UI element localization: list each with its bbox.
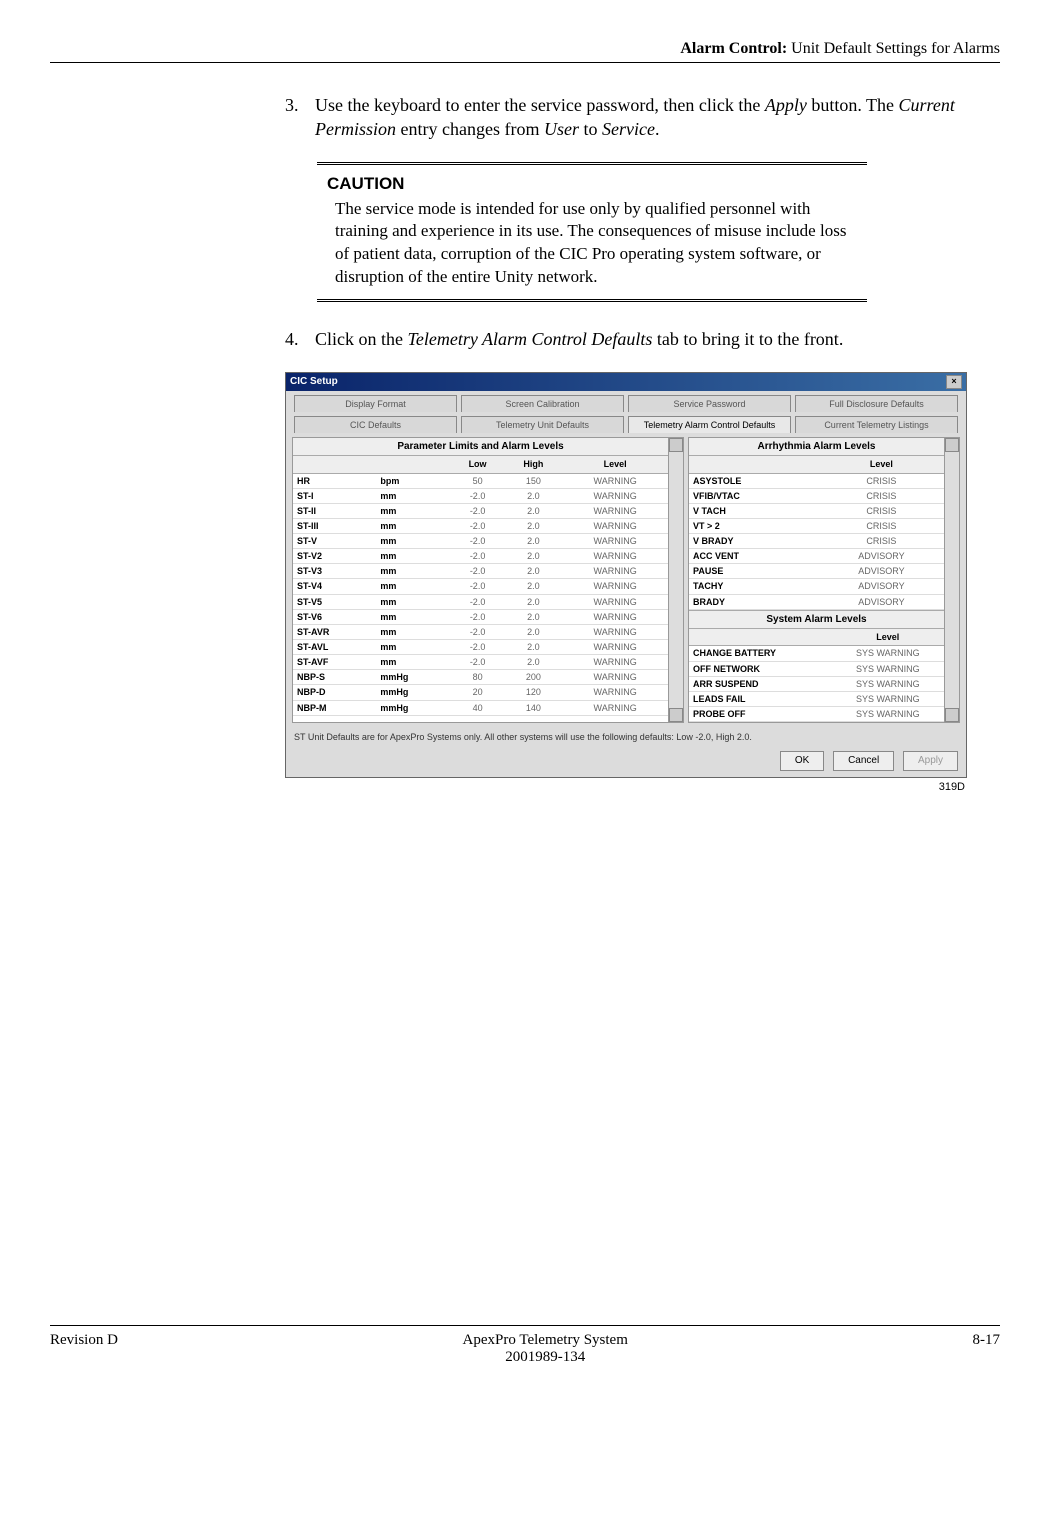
table-row: ST-AVLmm-2.02.0WARNING bbox=[293, 640, 668, 655]
dialog-body: Parameter Limits and Alarm Levels LowHig… bbox=[286, 433, 966, 727]
cancel-button[interactable]: Cancel bbox=[833, 751, 894, 771]
panel-title: Arrhythmia Alarm Levels bbox=[689, 438, 944, 457]
tab[interactable]: Screen Calibration bbox=[461, 395, 624, 412]
step-text: Click on the Telemetry Alarm Control Def… bbox=[315, 327, 1000, 351]
table-row: ST-V2mm-2.02.0WARNING bbox=[293, 549, 668, 564]
scrollbar[interactable] bbox=[668, 438, 683, 722]
table-row: ST-V5mm-2.02.0WARNING bbox=[293, 594, 668, 609]
caution-body: The service mode is intended for use onl… bbox=[327, 198, 857, 290]
table-row: PAUSEADVISORY bbox=[689, 564, 944, 579]
parameter-limits-table: LowHighLevelHRbpm50150WARNINGST-Imm-2.02… bbox=[293, 456, 668, 715]
parameter-limits-panel: Parameter Limits and Alarm Levels LowHig… bbox=[292, 437, 684, 723]
table-row: ST-Imm-2.02.0WARNING bbox=[293, 488, 668, 503]
footer-right: 8-17 bbox=[973, 1332, 1001, 1366]
table-row: LEADS FAILSYS WARNING bbox=[689, 691, 944, 706]
tabs-row-1: Display FormatScreen CalibrationService … bbox=[286, 391, 966, 412]
table-row: PROBE OFFSYS WARNING bbox=[689, 706, 944, 721]
close-icon[interactable]: × bbox=[946, 375, 962, 389]
system-alarm-table: LevelCHANGE BATTERYSYS WARNINGOFF NETWOR… bbox=[689, 629, 944, 722]
tab[interactable]: Current Telemetry Listings bbox=[795, 416, 958, 433]
table-row: ST-V6mm-2.02.0WARNING bbox=[293, 609, 668, 624]
tabs-row-2: CIC DefaultsTelemetry Unit DefaultsTelem… bbox=[286, 412, 966, 433]
image-id: 319D bbox=[285, 780, 965, 795]
step-number: 4. bbox=[285, 327, 315, 351]
table-row: ST-V4mm-2.02.0WARNING bbox=[293, 579, 668, 594]
table-row: ST-AVRmm-2.02.0WARNING bbox=[293, 624, 668, 639]
caution-block: CAUTION The service mode is intended for… bbox=[317, 162, 867, 303]
page-header: Alarm Control: Unit Default Settings for… bbox=[50, 40, 1000, 63]
scrollbar[interactable] bbox=[944, 438, 959, 722]
table-row: ST-AVFmm-2.02.0WARNING bbox=[293, 655, 668, 670]
table-row: ST-Vmm-2.02.0WARNING bbox=[293, 534, 668, 549]
dialog-title: CIC Setup bbox=[290, 375, 338, 389]
table-row: HRbpm50150WARNING bbox=[293, 473, 668, 488]
ok-button[interactable]: OK bbox=[780, 751, 824, 771]
table-row: ST-IIImm-2.02.0WARNING bbox=[293, 518, 668, 533]
button-bar: OK Cancel Apply bbox=[286, 747, 966, 777]
table-row: CHANGE BATTERYSYS WARNING bbox=[689, 646, 944, 661]
table-row: ST-IImm-2.02.0WARNING bbox=[293, 503, 668, 518]
tab[interactable]: Service Password bbox=[628, 395, 791, 412]
dialog-titlebar: CIC Setup × bbox=[286, 373, 966, 391]
cic-setup-dialog: CIC Setup × Display FormatScreen Calibra… bbox=[285, 372, 967, 778]
step-number: 3. bbox=[285, 93, 315, 142]
arrhythmia-table: LevelASYSTOLECRISISVFIB/VTACCRISISV TACH… bbox=[689, 456, 944, 609]
panel-title: System Alarm Levels bbox=[689, 611, 944, 630]
tab[interactable]: Telemetry Unit Defaults bbox=[461, 416, 624, 433]
table-row: NBP-SmmHg80200WARNING bbox=[293, 670, 668, 685]
table-row: ASYSTOLECRISIS bbox=[689, 473, 944, 488]
table-row: ST-V3mm-2.02.0WARNING bbox=[293, 564, 668, 579]
tab[interactable]: CIC Defaults bbox=[294, 416, 457, 433]
footer-left: Revision D bbox=[50, 1332, 118, 1366]
table-row: V BRADYCRISIS bbox=[689, 534, 944, 549]
table-row: NBP-DmmHg20120WARNING bbox=[293, 685, 668, 700]
step-text: Use the keyboard to enter the service pa… bbox=[315, 93, 1000, 142]
header-title: Unit Default Settings for Alarms bbox=[791, 40, 1000, 57]
table-row: OFF NETWORKSYS WARNING bbox=[689, 661, 944, 676]
table-row: ARR SUSPENDSYS WARNING bbox=[689, 676, 944, 691]
table-row: ACC VENTADVISORY bbox=[689, 549, 944, 564]
tab[interactable]: Full Disclosure Defaults bbox=[795, 395, 958, 412]
caution-title: CAUTION bbox=[327, 173, 857, 196]
page-footer: Revision D ApexPro Telemetry System 2001… bbox=[50, 1325, 1000, 1366]
header-section: Alarm Control: bbox=[680, 40, 787, 57]
tab[interactable]: Display Format bbox=[294, 395, 457, 412]
table-row: NBP-MmmHg40140WARNING bbox=[293, 700, 668, 715]
table-row: V TACHCRISIS bbox=[689, 503, 944, 518]
apply-button[interactable]: Apply bbox=[903, 751, 958, 771]
right-panels: Arrhythmia Alarm Levels LevelASYSTOLECRI… bbox=[688, 437, 960, 723]
panel-title: Parameter Limits and Alarm Levels bbox=[293, 438, 668, 457]
table-row: VFIB/VTACCRISIS bbox=[689, 488, 944, 503]
footer-center: ApexPro Telemetry System 2001989-134 bbox=[463, 1332, 628, 1366]
step-3: 3. Use the keyboard to enter the service… bbox=[285, 93, 1000, 142]
table-row: BRADYADVISORY bbox=[689, 594, 944, 609]
table-row: TACHYADVISORY bbox=[689, 579, 944, 594]
content: 3. Use the keyboard to enter the service… bbox=[285, 93, 1000, 795]
table-row: VT > 2CRISIS bbox=[689, 518, 944, 533]
tab[interactable]: Telemetry Alarm Control Defaults bbox=[628, 416, 791, 433]
step-4: 4. Click on the Telemetry Alarm Control … bbox=[285, 327, 1000, 351]
footer-note: ST Unit Defaults are for ApexPro Systems… bbox=[286, 727, 966, 747]
